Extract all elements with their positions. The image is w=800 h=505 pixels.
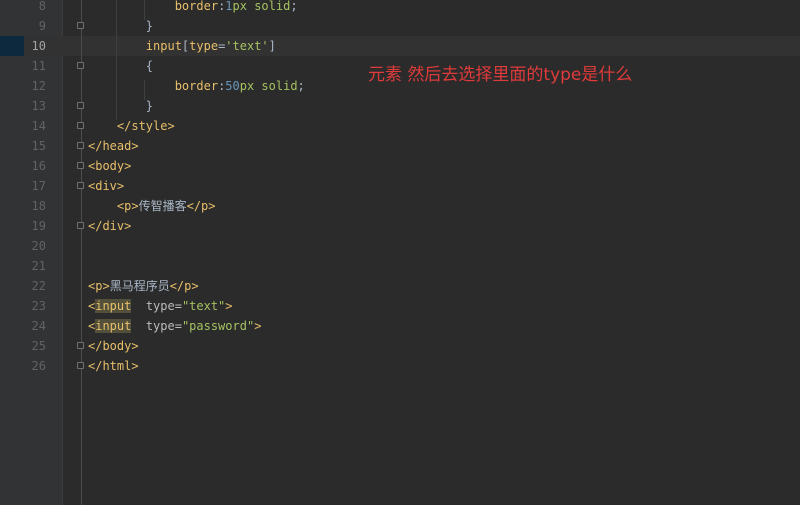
fold-toggle-icon[interactable] <box>77 62 84 69</box>
fold-toggle-icon[interactable] <box>77 362 84 369</box>
code-text: <p>黑马程序员</p> <box>88 279 199 293</box>
code-line[interactable]: 25 </body> <box>0 336 800 356</box>
code-line[interactable]: 9 } <box>0 16 800 36</box>
fold-toggle-icon[interactable] <box>77 142 84 149</box>
code-line[interactable]: 8 border:1px solid; <box>0 0 800 16</box>
fold-toggle-icon[interactable] <box>77 122 84 129</box>
code-text: <p>传智播客</p> <box>116 199 216 213</box>
line-number: 15 <box>31 139 46 153</box>
line-number: 16 <box>31 159 46 173</box>
line-number: 24 <box>31 319 46 333</box>
code-text: </html> <box>88 359 139 373</box>
line-number: 21 <box>31 259 46 273</box>
fold-toggle-icon[interactable] <box>77 22 84 29</box>
code-text: } <box>88 99 154 113</box>
annotation-text: 元素 然后去选择里面的type是什么 <box>368 65 633 85</box>
code-line[interactable]: 21 <box>0 256 800 276</box>
code-text: border:50px solid; <box>174 79 305 93</box>
line-number: 20 <box>31 239 46 253</box>
code-text: </div> <box>88 219 132 233</box>
fold-toggle-icon[interactable] <box>77 162 84 169</box>
fold-toggle-icon[interactable] <box>77 102 84 109</box>
code-line[interactable]: 19 </div> <box>0 216 800 236</box>
fold-toggle-icon[interactable] <box>77 222 84 229</box>
code-line[interactable]: 23 <input type="text"> <box>0 296 800 316</box>
code-text: border:1px solid; <box>174 0 298 13</box>
code-text: <body> <box>88 159 132 173</box>
code-line[interactable]: 15 </head> <box>0 136 800 156</box>
code-text: <div> <box>88 179 125 193</box>
code-text: <input type="password"> <box>88 319 262 333</box>
line-number: 25 <box>31 339 46 353</box>
line-number: 19 <box>31 219 46 233</box>
code-line[interactable]: 10 input[type='text'] <box>0 36 800 56</box>
code-text: } <box>88 19 154 33</box>
line-number: 8 <box>38 0 46 13</box>
code-line[interactable]: 13 } <box>0 96 800 116</box>
code-line[interactable]: 20 <box>0 236 800 256</box>
code-text: </body> <box>88 339 139 353</box>
line-number: 23 <box>31 299 46 313</box>
code-line[interactable]: 17 <div> <box>0 176 800 196</box>
fold-toggle-icon[interactable] <box>77 342 84 349</box>
code-text: <input type="text"> <box>88 299 233 313</box>
line-number: 13 <box>31 99 46 113</box>
line-number: 18 <box>31 199 46 213</box>
code-line[interactable]: 24 <input type="password"> <box>0 316 800 336</box>
line-number: 11 <box>31 59 46 73</box>
line-number: 17 <box>31 179 46 193</box>
fold-toggle-icon[interactable] <box>77 182 84 189</box>
line-number: 14 <box>31 119 46 133</box>
code-line[interactable]: 22 <p>黑马程序员</p> <box>0 276 800 296</box>
code-line[interactable]: 14 </style> <box>0 116 800 136</box>
code-line[interactable]: 18 <p>传智播客</p> <box>0 196 800 216</box>
line-number: 22 <box>31 279 46 293</box>
code-line[interactable]: 16 <body> <box>0 156 800 176</box>
code-line[interactable]: 26 </html> <box>0 356 800 376</box>
code-text: </head> <box>88 139 139 153</box>
code-text: { <box>88 59 154 73</box>
code-text: </style> <box>116 119 175 133</box>
line-number: 10 <box>31 39 46 53</box>
line-number: 12 <box>31 79 46 93</box>
line-number: 9 <box>38 19 46 33</box>
line-number: 26 <box>31 359 46 373</box>
code-text: input[type='text'] <box>145 39 276 53</box>
